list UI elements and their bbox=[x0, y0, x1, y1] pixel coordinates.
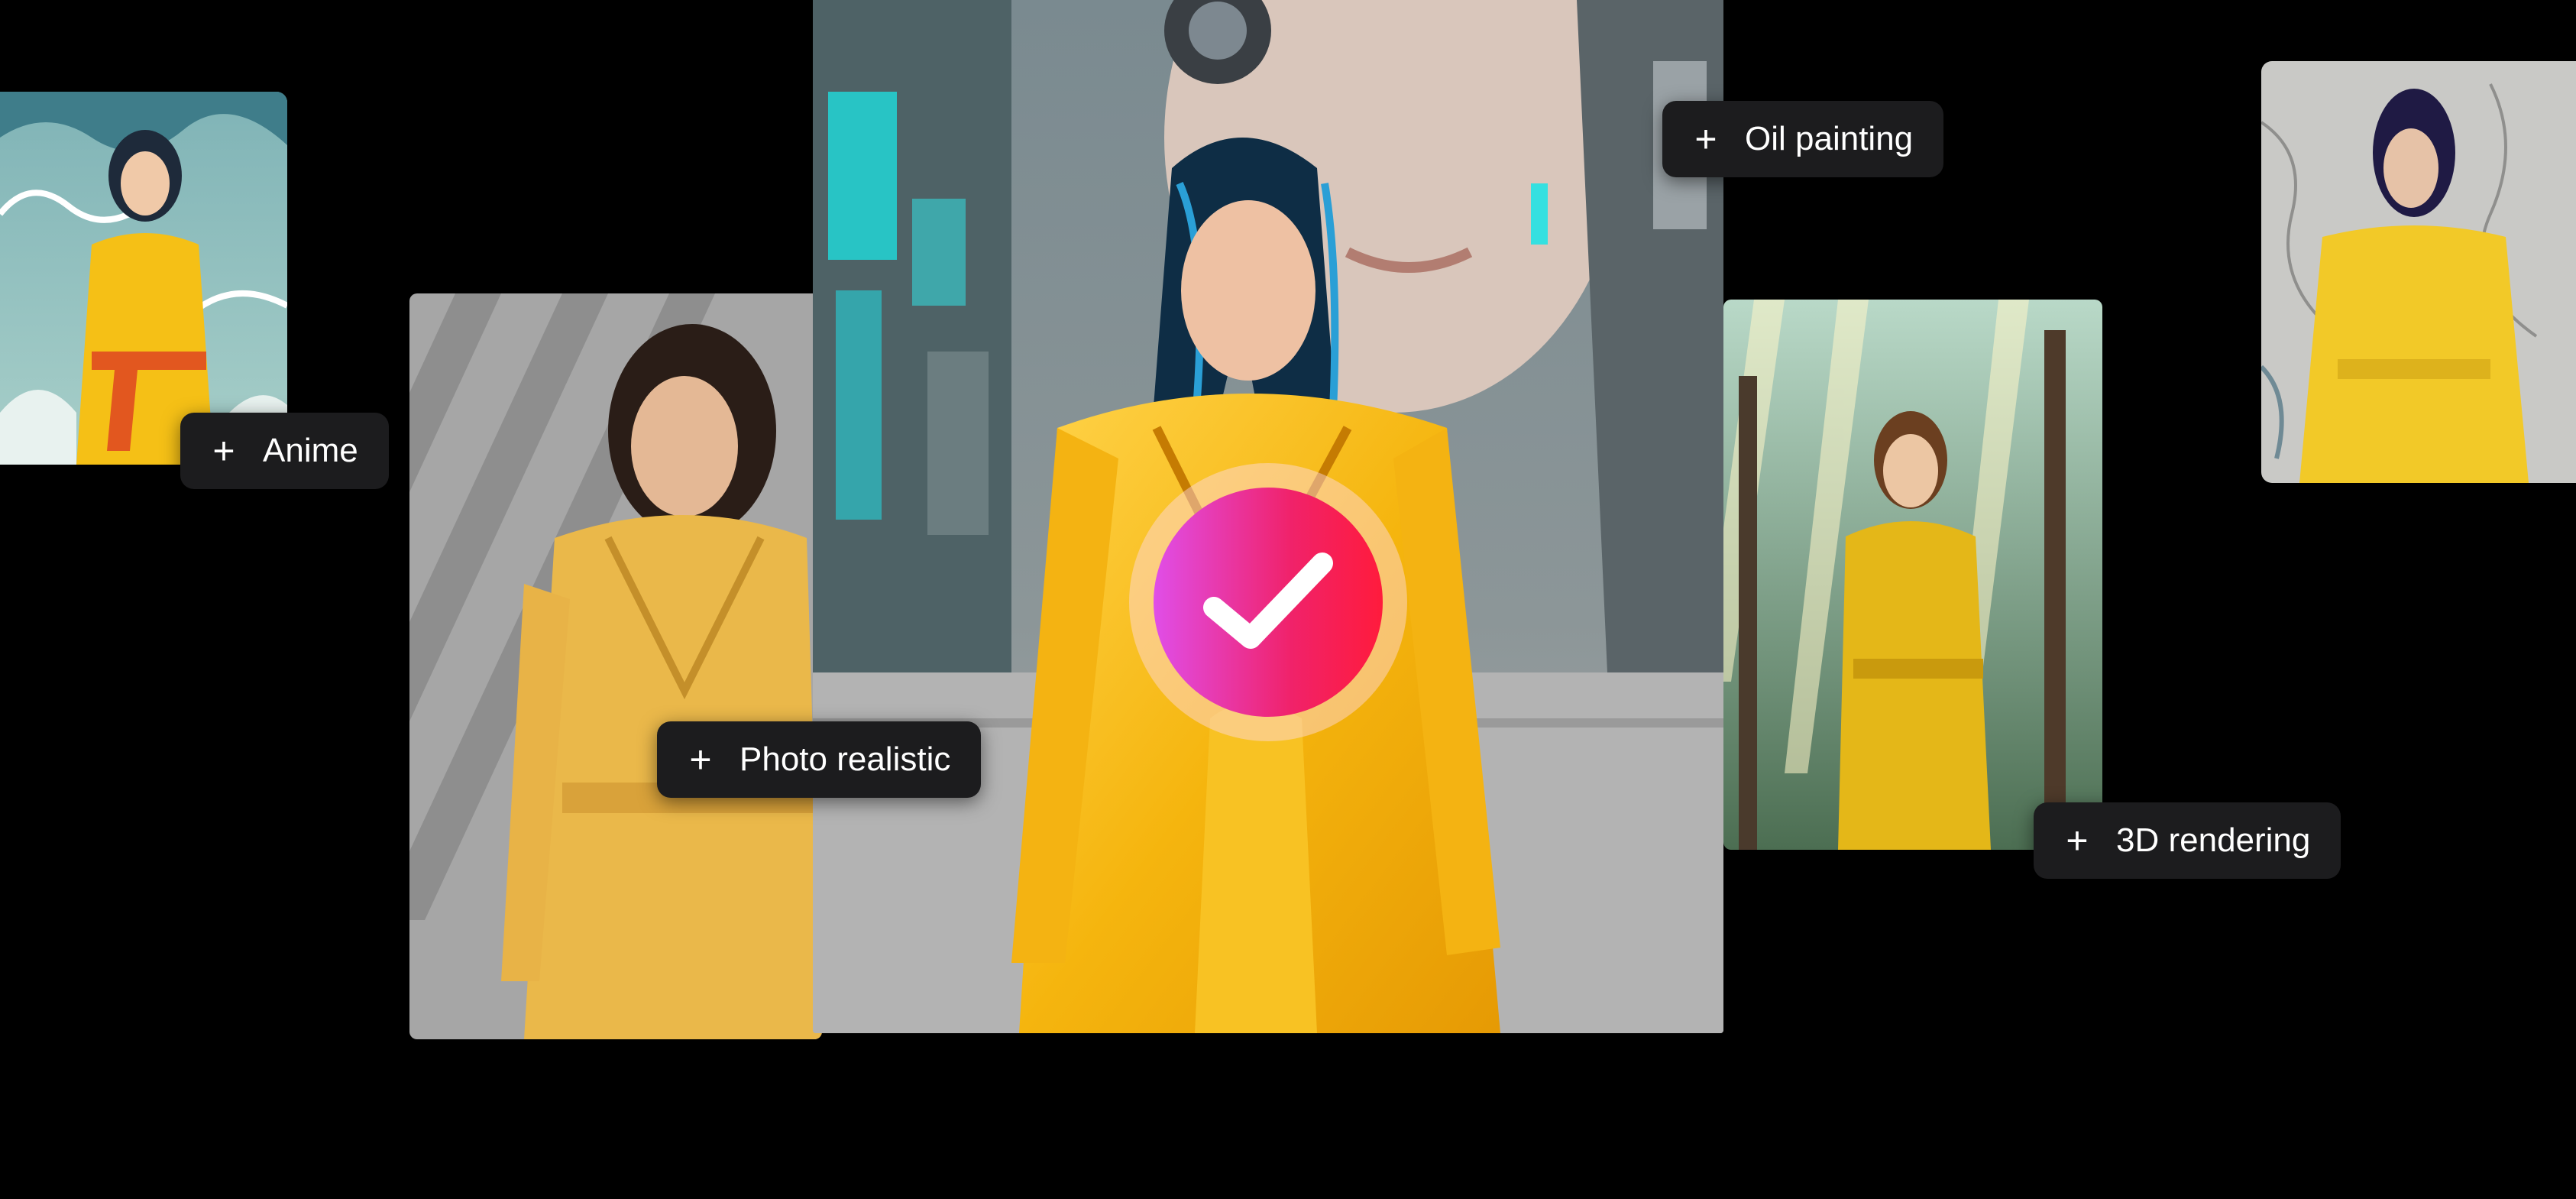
3d-rendering-illustration bbox=[1723, 300, 2102, 850]
3d-rendering-image[interactable] bbox=[1723, 300, 2102, 850]
plus-icon: + bbox=[1694, 118, 1717, 160]
check-badge-circle bbox=[1154, 488, 1383, 717]
photo-realistic-style-tag[interactable]: + Photo realistic bbox=[657, 721, 982, 798]
checkmark-icon bbox=[1203, 553, 1333, 649]
selected-check-badge bbox=[1129, 463, 1407, 741]
oil-painting-image[interactable] bbox=[2261, 61, 2576, 483]
plus-icon: + bbox=[212, 429, 235, 472]
oil-painting-style-label: Oil painting bbox=[1745, 120, 1914, 157]
oil-painting-illustration bbox=[2261, 61, 2576, 483]
photo-realistic-image[interactable] bbox=[409, 293, 822, 1039]
photo-realistic-illustration bbox=[409, 293, 822, 1039]
3d-rendering-style-label: 3D rendering bbox=[2116, 821, 2311, 859]
photo-realistic-style-label: Photo realistic bbox=[739, 740, 951, 778]
oil-painting-style-tag[interactable]: + Oil painting bbox=[1662, 101, 1944, 177]
anime-style-tag[interactable]: + Anime bbox=[180, 413, 389, 489]
3d-rendering-style-tag[interactable]: + 3D rendering bbox=[2034, 802, 2341, 879]
plus-icon: + bbox=[689, 738, 712, 781]
anime-illustration bbox=[0, 92, 287, 465]
anime-style-label: Anime bbox=[263, 432, 358, 469]
anime-style-image[interactable] bbox=[0, 92, 287, 465]
plus-icon: + bbox=[2066, 819, 2089, 862]
